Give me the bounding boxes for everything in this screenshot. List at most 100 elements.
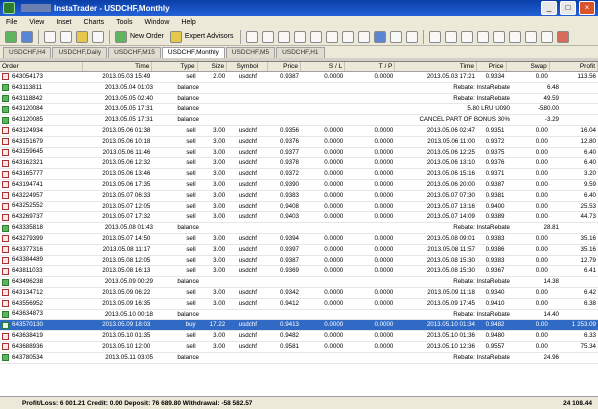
table-row[interactable]: 643377316 2013.05.08 11:17 sell 3.00 usdchf 0… xyxy=(0,245,598,256)
table-row[interactable]: 643811033 2013.05.08 16:13 sell 3.00 usdchf 0… xyxy=(0,266,598,278)
menu-window[interactable]: Window xyxy=(138,19,175,26)
table-row[interactable]: 643162321 2013.05.06 12:32 sell 3.00 usdchf 0… xyxy=(0,158,598,170)
order-cell: 643165777 xyxy=(0,169,83,179)
profit-cell: 16.04 xyxy=(580,126,596,134)
tab-usdchf-m5[interactable]: USDCHF,M5 xyxy=(225,47,276,58)
menu-view[interactable]: View xyxy=(23,19,50,26)
balance-deal-icon xyxy=(2,94,9,102)
column-header-close-time[interactable]: Time xyxy=(395,62,477,71)
table-row[interactable]: 643688936 2013.05.10 12:00 sell 3.00 usdchf 0… xyxy=(0,342,598,353)
text-tool-icon[interactable] xyxy=(541,30,554,43)
market-watch-icon[interactable] xyxy=(44,30,56,43)
table-row[interactable]: 643120084 2013.05.05 17:31 balance 5.80 LRU… xyxy=(0,104,598,116)
table-row[interactable]: 643279399 2013.05.07 14:50 sell 3.00 usdchf 0… xyxy=(0,234,598,245)
vertical-line-icon[interactable] xyxy=(461,30,474,43)
templates-icon[interactable] xyxy=(406,30,419,43)
order-number: 643811033 xyxy=(12,267,43,275)
tab-usdchf-h4[interactable]: USDCHF,H4 xyxy=(3,47,52,58)
table-row[interactable]: 643556952 2013.05.09 16:35 sell 3.00 usdchf 0… xyxy=(0,299,598,310)
horizontal-line-icon[interactable] xyxy=(477,30,490,43)
data-window-icon[interactable] xyxy=(60,30,72,43)
close-price-cell: 0.9410 xyxy=(485,299,505,307)
column-header-close-price[interactable]: Price xyxy=(477,62,507,71)
minimize-button[interactable]: _ xyxy=(541,1,557,15)
profit-cell: 6.40 xyxy=(583,191,596,199)
table-row[interactable]: 643120085 2013.05.05 17:31 balance CANCEL P… xyxy=(0,115,598,126)
trendline-icon[interactable] xyxy=(493,30,506,43)
table-row[interactable]: 643335818 2013.05.08 01:43 balance Rebate: … xyxy=(0,223,598,234)
column-header-profit[interactable]: Profit xyxy=(550,62,598,71)
menu-charts[interactable]: Charts xyxy=(78,19,111,26)
channel-icon[interactable] xyxy=(509,30,522,43)
terminal-icon[interactable] xyxy=(92,30,104,43)
table-row[interactable]: 643159645 2013.05.06 11:46 sell 3.00 usdchf 0… xyxy=(0,148,598,159)
new-order-button[interactable]: New Order xyxy=(130,33,164,40)
menu-help[interactable]: Help xyxy=(175,19,201,26)
column-header-open-price[interactable]: Price xyxy=(268,62,301,71)
new-order-icon[interactable] xyxy=(115,30,127,43)
menu-file[interactable]: File xyxy=(0,19,23,26)
table-row[interactable]: 643252552 2013.05.07 12:05 sell 3.00 usdchf 0… xyxy=(0,202,598,213)
column-header-symbol[interactable]: Symbol xyxy=(227,62,269,71)
column-header-stop-loss[interactable]: S / L xyxy=(301,62,346,71)
table-row[interactable]: 643151679 2013.05.06 10:18 sell 3.00 usdchf 0… xyxy=(0,137,598,148)
autoscroll-icon[interactable] xyxy=(342,30,355,43)
zoom-in-icon[interactable] xyxy=(294,30,307,43)
menu-inset[interactable]: Inset xyxy=(50,19,77,26)
open-price-cell: 0.9412 xyxy=(280,299,299,307)
periods-icon[interactable] xyxy=(390,30,403,43)
cursor-icon[interactable] xyxy=(429,30,442,43)
toolbar-divider xyxy=(240,29,242,44)
candlestick-icon[interactable] xyxy=(262,30,275,43)
open-price-cell: 0.9387 xyxy=(280,256,299,264)
column-header-swap[interactable]: Swap xyxy=(507,62,550,71)
order-cell: 643377316 xyxy=(0,245,83,255)
table-row[interactable]: 643780534 2013.05.11 03:05 balance Rebate: … xyxy=(0,353,598,364)
fibonacci-icon[interactable] xyxy=(525,30,538,43)
line-chart-icon[interactable] xyxy=(278,30,291,43)
tab-usdchf-h1[interactable]: USDCHF,H1 xyxy=(276,47,325,58)
crosshair-icon[interactable] xyxy=(445,30,458,43)
table-row[interactable]: 643224957 2013.05.07 06:33 sell 3.00 usdchf 0… xyxy=(0,191,598,202)
navigator-icon[interactable] xyxy=(76,30,88,43)
menu-tools[interactable]: Tools xyxy=(110,19,138,26)
expert-advisors-button[interactable]: Expert Advisors xyxy=(185,33,234,40)
table-row[interactable]: 643496238 2013.05.09 00:29 balance Rebate: … xyxy=(0,277,598,288)
arrow-tool-icon[interactable] xyxy=(557,30,570,43)
bar-chart-icon[interactable] xyxy=(246,30,259,43)
table-row[interactable]: 643194741 2013.05.06 17:35 sell 3.00 usdchf 0… xyxy=(0,180,598,191)
type-cell: sell xyxy=(186,73,196,80)
type-cell: balance xyxy=(177,353,199,361)
table-row[interactable]: 643054173 2013.05.03 15:49 sell 2.00 usdchf 0… xyxy=(0,72,598,83)
table-row[interactable]: 643384489 2013.05.08 12:05 sell 3.00 usdchf 0… xyxy=(0,256,598,267)
profit-cell: 14.40 xyxy=(543,310,559,318)
open-price-cell: 0.9397 xyxy=(280,245,299,253)
new-chart-icon[interactable] xyxy=(5,30,17,43)
table-row[interactable]: 643570130 2013.05.09 18:03 buy 17.22 usdchf 0… xyxy=(0,320,598,332)
table-row[interactable]: 643269737 2013.05.07 17:32 sell 3.00 usdchf 0… xyxy=(0,212,598,224)
close-price-cell: 0.9371 xyxy=(485,170,505,178)
chart-shift-icon[interactable] xyxy=(358,30,371,43)
tab-usdchf-m15[interactable]: USDCHF,M15 xyxy=(108,47,161,58)
table-row[interactable]: 643118842 2013.05.05 02:40 balance Rebate: … xyxy=(0,94,598,105)
zoom-out-icon[interactable] xyxy=(310,30,323,43)
column-header-size[interactable]: Size xyxy=(198,62,228,71)
tab-usdchf-daily[interactable]: USDCHF,Daily xyxy=(52,47,108,58)
column-header-order[interactable]: Order xyxy=(0,62,83,71)
table-row[interactable]: 643634873 2013.05.10 00:18 balance Rebate: … xyxy=(0,310,598,321)
column-header-type[interactable]: Type xyxy=(152,62,198,71)
table-row[interactable]: 643124934 2013.05.06 01:38 sell 3.00 usdchf 0… xyxy=(0,126,598,137)
column-header-open-time[interactable]: Time xyxy=(83,62,153,71)
close-button[interactable]: × xyxy=(579,1,595,15)
tile-windows-icon[interactable] xyxy=(326,30,339,43)
column-header-take-profit[interactable]: T / P xyxy=(345,62,396,71)
table-row[interactable]: 643134712 2013.05.09 06:22 sell 3.00 usdchf 0… xyxy=(0,288,598,299)
tab-usdchf-monthly[interactable]: USDCHF,Monthly xyxy=(161,47,225,58)
profiles-icon[interactable] xyxy=(21,30,33,43)
table-row[interactable]: 643113811 2013.05.04 01:03 balance Rebate: … xyxy=(0,83,598,94)
maximize-button[interactable]: □ xyxy=(560,1,576,15)
indicators-icon[interactable] xyxy=(374,30,387,43)
table-row[interactable]: 643165777 2013.05.06 13:46 sell 3.00 usdchf 0… xyxy=(0,169,598,180)
expert-advisors-icon[interactable] xyxy=(169,30,182,43)
table-row[interactable]: 643638419 2013.05.10 01:35 sell 3.00 usdchf 0… xyxy=(0,331,598,342)
